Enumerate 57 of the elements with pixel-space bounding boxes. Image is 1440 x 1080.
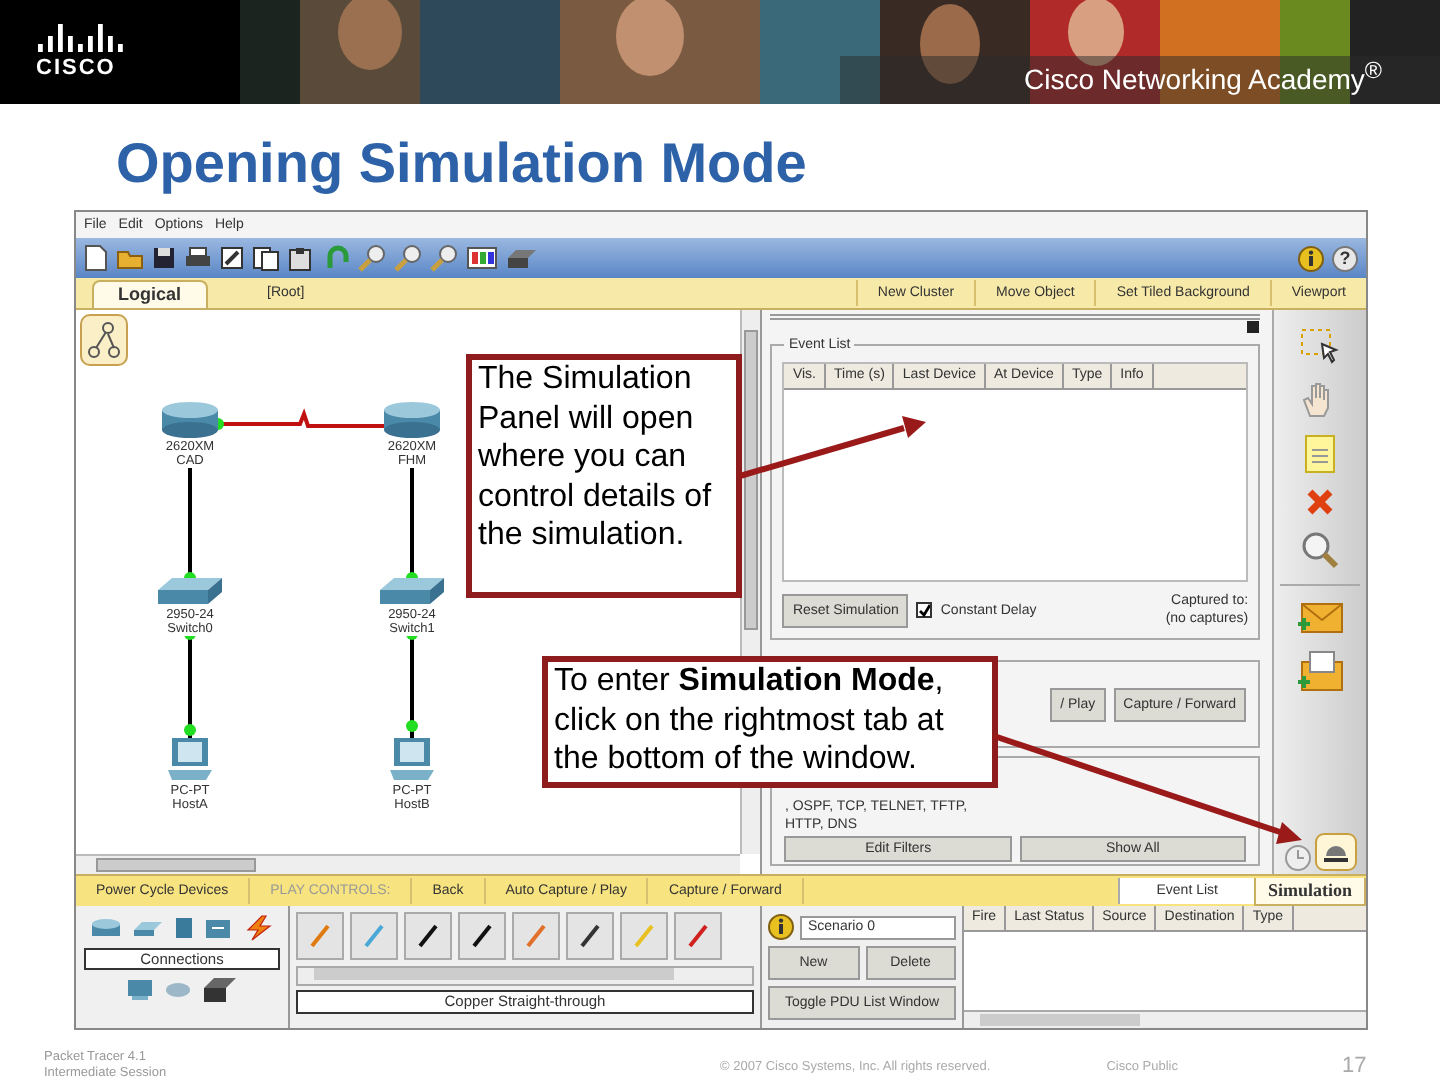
device-icon[interactable] [202, 976, 238, 1004]
logo-text: CISCO [36, 56, 116, 80]
scrollbar[interactable] [76, 854, 741, 874]
computer-icon[interactable] [126, 978, 154, 1002]
paste-icon[interactable] [288, 245, 314, 271]
new-file-icon[interactable] [84, 244, 108, 272]
print-icon[interactable] [184, 246, 212, 270]
zoom-icon[interactable] [430, 244, 458, 272]
router-icon[interactable] [382, 400, 442, 440]
cable-button[interactable] [566, 912, 614, 960]
scrollbar[interactable] [296, 966, 754, 986]
logical-tab[interactable]: Logical [92, 279, 208, 307]
copy-icon[interactable] [252, 245, 280, 271]
lightning-icon[interactable] [242, 914, 274, 942]
cable-icon [414, 922, 442, 950]
callout: The Simulation Panel will open where you can control details of the simulation. [466, 354, 742, 598]
palette-icon[interactable] [466, 246, 498, 270]
search-icon[interactable] [1300, 530, 1341, 570]
callout: To enter Simulation Mode, click on the rightmost tab at the bottom of the window. [542, 656, 998, 788]
computer-icon[interactable] [386, 736, 438, 784]
slide-title: Opening Simulation Mode [114, 130, 809, 198]
zoom-icon[interactable] [358, 244, 386, 272]
scrollbar[interactable] [964, 1010, 1366, 1028]
router-icon[interactable] [160, 400, 220, 440]
cable-icon [684, 922, 712, 950]
select-icon[interactable] [1298, 326, 1343, 366]
cable-icon [468, 922, 496, 950]
cable-icon [576, 922, 604, 950]
save-icon[interactable] [152, 246, 176, 270]
logo-icon [36, 24, 128, 52]
brand-name: Cisco Networking Academy$^{®}$ [1024, 56, 1382, 98]
switch-icon[interactable] [156, 576, 224, 608]
simulation-tab[interactable]: Simulation [1253, 877, 1366, 905]
page-number: 17 [1341, 1054, 1367, 1080]
cable-icon [522, 922, 550, 950]
cable-icon [360, 922, 388, 950]
computer-icon[interactable] [164, 736, 216, 784]
switch-icon[interactable] [378, 576, 446, 608]
hub-icon[interactable] [174, 916, 194, 940]
help-button[interactable]: ? [1332, 245, 1358, 271]
cable-button[interactable] [458, 912, 506, 960]
zoom-icon[interactable] [394, 244, 422, 272]
info-icon[interactable] [1298, 245, 1324, 271]
info-icon[interactable] [768, 914, 794, 940]
hierarchy-icon[interactable] [80, 314, 128, 366]
cable-icon [630, 922, 658, 950]
envelope-icon[interactable] [1296, 650, 1345, 694]
checkbox[interactable] [916, 602, 933, 618]
delete-icon[interactable] [1306, 488, 1335, 516]
cable-button[interactable] [404, 912, 452, 960]
note-icon[interactable] [1304, 434, 1337, 474]
close-icon[interactable] [1246, 320, 1261, 334]
window-icon[interactable] [220, 246, 244, 270]
switch-icon[interactable] [132, 919, 164, 937]
router-icon[interactable] [90, 917, 122, 939]
envelope-icon[interactable] [1296, 600, 1345, 636]
cable-icon [306, 922, 334, 950]
